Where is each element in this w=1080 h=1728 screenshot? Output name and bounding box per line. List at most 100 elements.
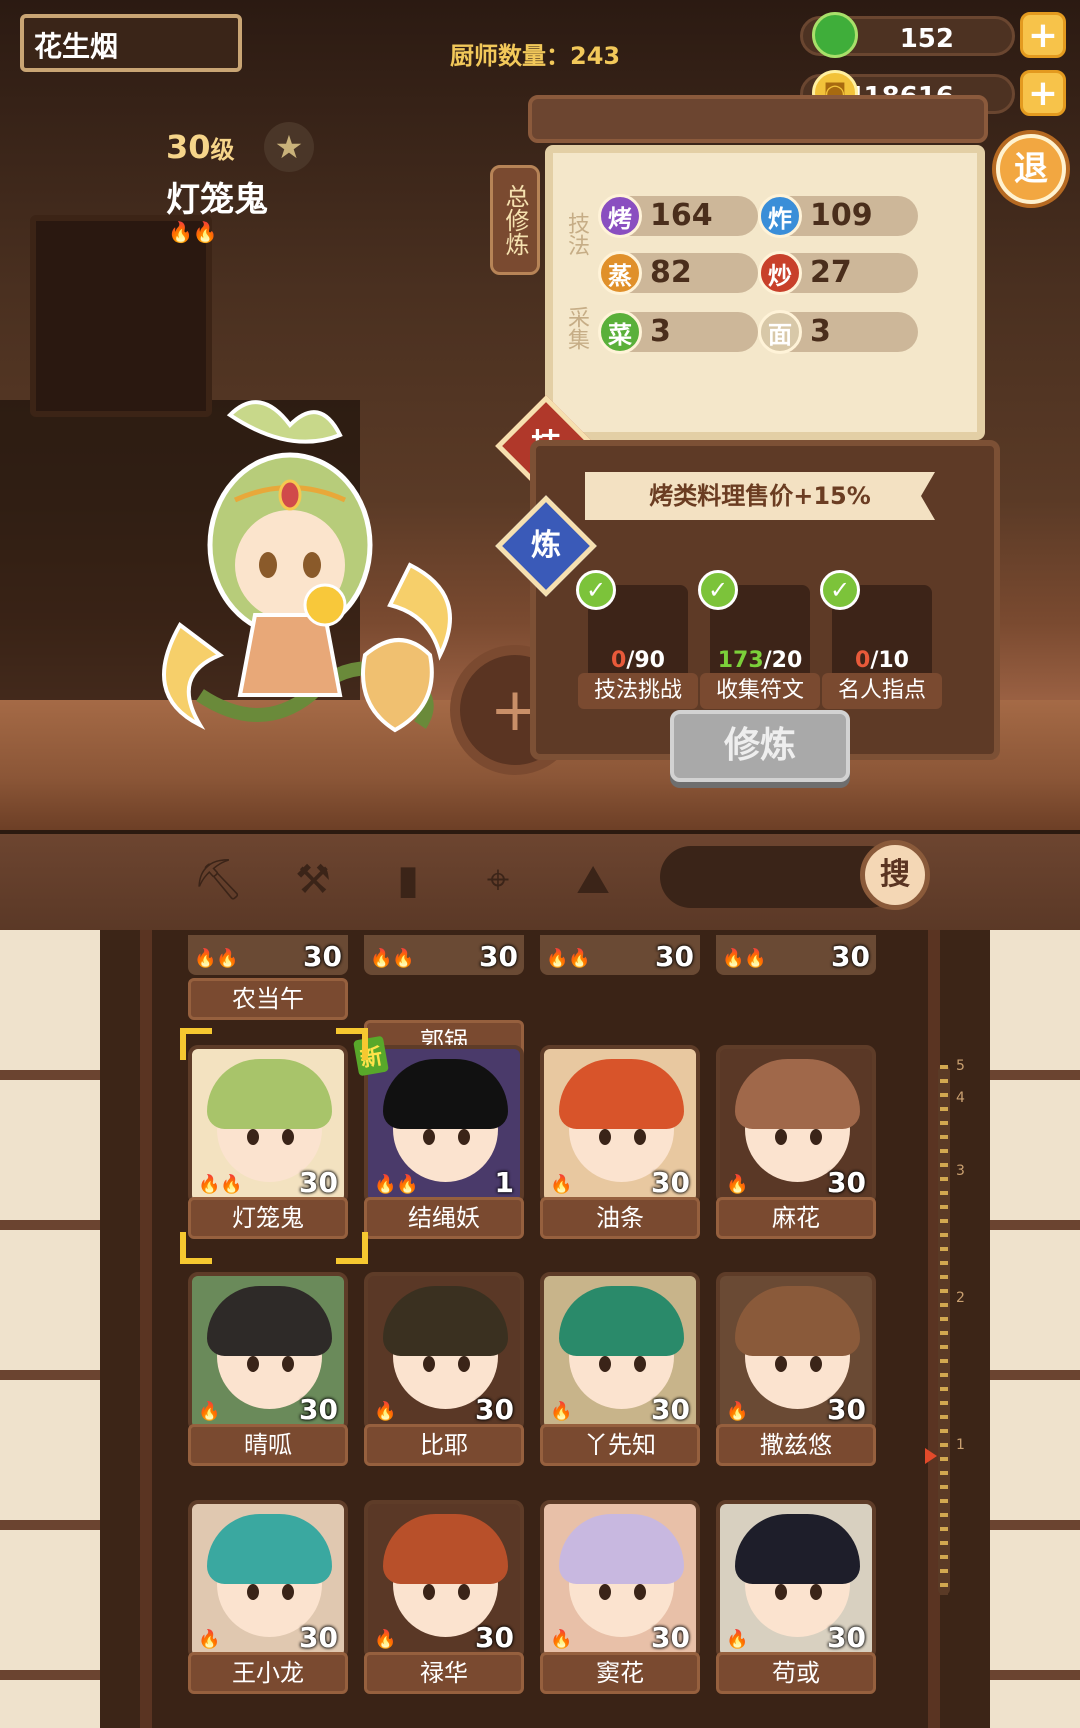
chef-portrait: 🔥 30 [540,1500,700,1660]
chef-level: 30 [831,940,870,973]
chef-level: 30 [651,1621,690,1654]
chef-name: 灯笼鬼 [166,180,268,220]
star-icon[interactable]: ★ [264,122,314,172]
chef-card[interactable]: 🔥🔥 30 灯笼鬼 [188,1045,348,1240]
chef-portrait: 🔥 30 [188,1500,348,1660]
partial-chef-card[interactable]: 🔥🔥 30 [716,935,876,975]
flame-icon: 🔥 [726,1401,749,1422]
chef-eye [810,1584,822,1600]
chef-card[interactable]: 🔥 30 苟或 [716,1500,876,1695]
chef-eye [775,1584,787,1600]
chef-card[interactable]: 🔥 30 撒兹悠 [716,1272,876,1467]
task-label[interactable]: 技法挑战 [578,673,698,709]
map-icon[interactable]: ⛰ [565,852,621,908]
chef-hair [735,1286,860,1356]
add-coin-button[interactable]: + [1020,70,1066,116]
chef-name-plate: 撒兹悠 [716,1424,876,1466]
technique-label: 技法 [564,212,589,256]
spade-icon[interactable]: ⚒ [285,852,341,908]
chef-card[interactable]: 🔥 30 禄华 [364,1500,524,1695]
left-shoji-screen [0,930,100,1728]
chef-level-unit: 级 [210,136,235,164]
selection-corner [336,1232,368,1264]
chef-name-plate: 丫先知 [540,1424,700,1466]
chef-level: 30 [475,1621,514,1654]
exit-button[interactable]: 退 [996,134,1066,204]
selection-corner [336,1028,368,1060]
total-cultivation-tab[interactable]: 总修炼 [490,165,540,275]
flame-icon: 🔥 [550,1629,573,1650]
chef-level: 30 [299,1621,338,1654]
partial-chef-card[interactable]: 🔥🔥 30 [364,935,524,975]
chef-eye [634,1356,646,1372]
train-button[interactable]: 修炼 [670,710,850,782]
chef-eye [458,1356,470,1372]
chef-card[interactable]: 🔥 30 油条 [540,1045,700,1240]
chef-level: 1 [494,1166,514,1199]
flame-icon: 🔥 [550,1401,573,1422]
search-button[interactable]: 搜 [860,840,930,910]
flame-icon: 🔥 [374,1401,397,1422]
flame-icon: 🔥 [374,1629,397,1650]
player-name-box[interactable]: 花生烟 [20,14,242,72]
chef-card[interactable]: 🔥🔥 1 结绳妖 [364,1045,524,1240]
chef-portrait: 🔥 30 [188,1272,348,1432]
chef-name-plate: 比耶 [364,1424,524,1466]
flame-icon: 🔥🔥 [722,948,767,969]
stat-value: 164 [650,198,713,233]
chef-level: 30 [479,940,518,973]
chef-eye [810,1356,822,1372]
chef-level: 30 [651,1166,690,1199]
chef-hair [559,1514,684,1584]
scroll-tick-label: 5 [956,1058,965,1074]
task-progress: 173/20 [700,648,820,673]
chef-card[interactable]: 🔥 30 比耶 [364,1272,524,1467]
chef-eye [599,1356,611,1372]
scroll-tick-label: 4 [956,1090,965,1106]
stat-value: 27 [810,255,852,290]
shovel-icon[interactable]: ⛏ [190,852,246,908]
check-icon: ✓ [698,570,738,610]
partial-chef-card[interactable]: 🔥🔥 30 [188,935,348,975]
roster-scroll-ruler [940,1065,948,1595]
add-jade-button[interactable]: + [1020,12,1066,58]
flame-icon: 🔥🔥 [370,948,415,969]
check-icon: ✓ [820,570,860,610]
refine-badge[interactable]: 炼 [510,510,582,582]
chef-card[interactable]: 🔥 30 麻花 [716,1045,876,1240]
task-label[interactable]: 收集符文 [700,673,820,709]
task-label[interactable]: 名人指点 [822,673,942,709]
check-icon: ✓ [576,570,616,610]
chef-level: 30 [827,1166,866,1199]
task-progress-total: /90 [626,648,665,673]
scroll-position-marker[interactable] [925,1448,937,1464]
chef-card[interactable]: 🔥 30 晴呱 [188,1272,348,1467]
flame-icon: 🔥 [198,1629,221,1650]
jar-icon[interactable]: ▮ [380,852,436,908]
chef-card[interactable]: 🔥 30 丫先知 [540,1272,700,1467]
stat-type-icon: 蒸 [598,251,642,295]
cabinet-decoration [30,215,212,417]
partial-chef-card[interactable]: 🔥🔥 30 [540,935,700,975]
right-shoji-screen [990,930,1080,1728]
chef-hair [735,1514,860,1584]
chef-eye [599,1584,611,1600]
stat-type-icon: 菜 [598,310,642,354]
chef-hair [207,1514,332,1584]
chef-portrait: 🔥 30 [364,1272,524,1432]
chef-eye [247,1356,259,1372]
chef-hair [207,1286,332,1356]
stat-type-icon: 烤 [598,194,642,238]
chef-name-plate: 农当午 [188,978,348,1020]
chef-eye [282,1129,294,1145]
chef-card[interactable]: 🔥 30 窦花 [540,1500,700,1695]
chef-level: 30 [299,1393,338,1426]
chef-name-plate: 麻花 [716,1197,876,1239]
task-progress: 0/90 [578,648,698,673]
task-progress: 0/10 [822,648,942,673]
chef-card[interactable]: 🔥 30 王小龙 [188,1500,348,1695]
stat-type-icon: 面 [758,310,802,354]
selection-corner [180,1232,212,1264]
chef-eye [458,1584,470,1600]
map-pin-icon[interactable]: ⌖ [470,852,526,908]
